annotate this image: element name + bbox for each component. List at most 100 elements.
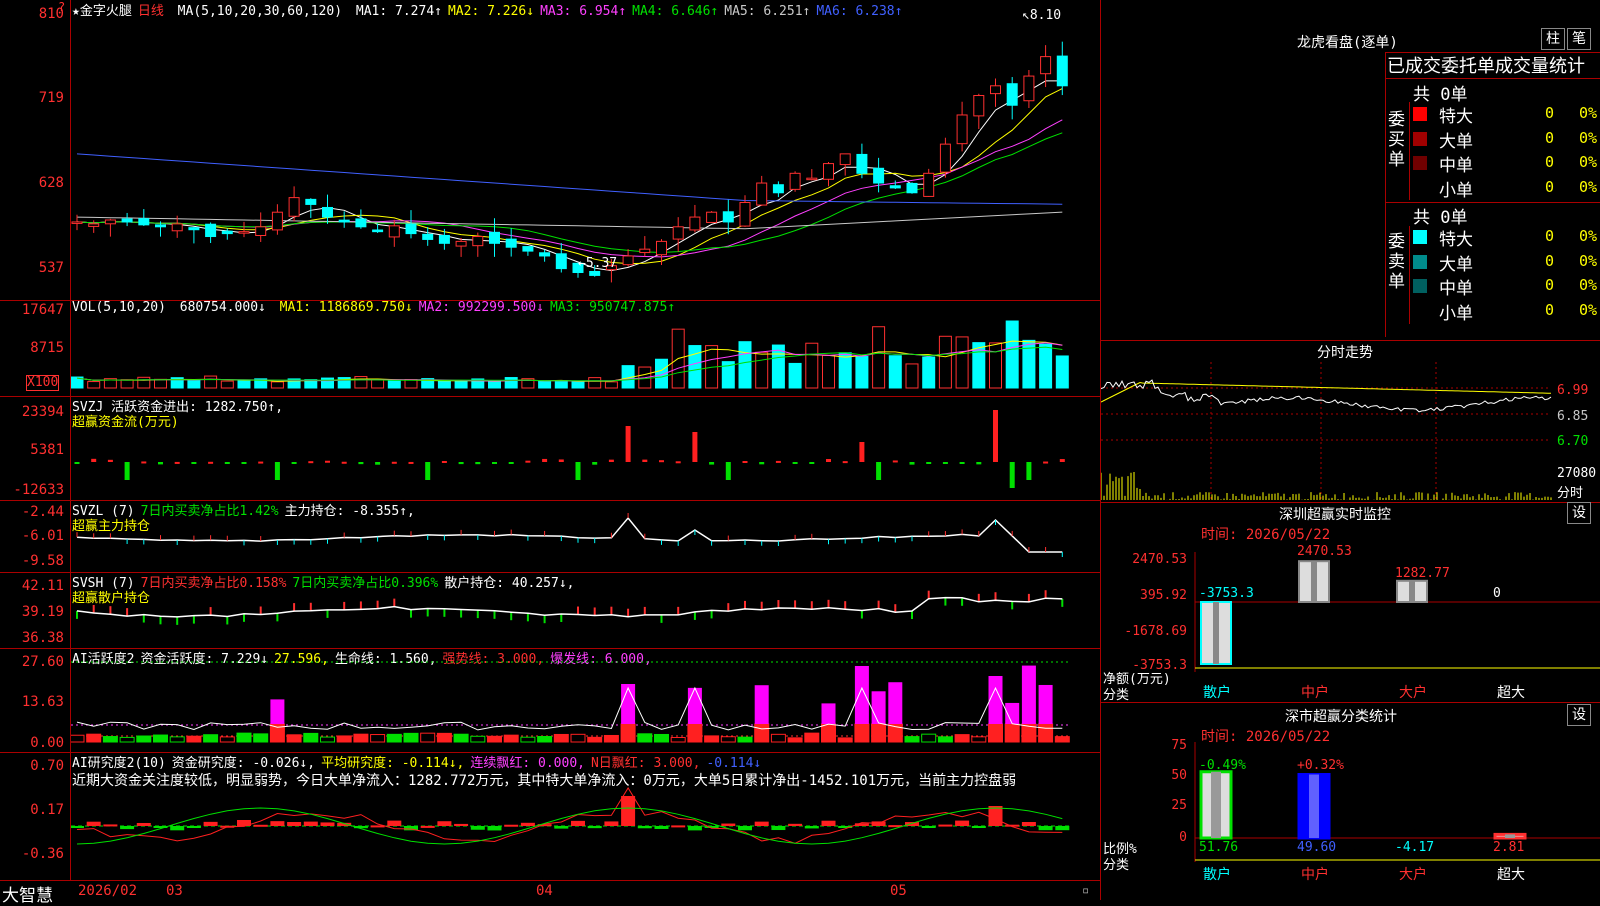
activity-bar[interactable] <box>470 735 486 743</box>
volume-bar[interactable] <box>888 355 902 389</box>
ai-active-panel[interactable]: 27.60 13.63 0.00 AI活跃度2 资金活跃度: 7.229↓ 27.5… <box>0 648 1100 753</box>
research-bar[interactable] <box>170 826 185 831</box>
volume-bar[interactable] <box>87 381 101 389</box>
candle-body[interactable] <box>622 255 634 266</box>
activity-bar[interactable] <box>603 734 619 743</box>
research-bar[interactable] <box>587 826 602 829</box>
activity-bar[interactable] <box>937 736 953 743</box>
research-bar[interactable] <box>988 806 1003 826</box>
activity-bar[interactable] <box>687 723 703 743</box>
candle-body[interactable] <box>438 234 450 244</box>
candle-body[interactable] <box>990 85 1001 95</box>
retail-chart[interactable] <box>71 572 1100 648</box>
candle-body[interactable] <box>88 223 100 227</box>
candle-body[interactable] <box>973 95 985 117</box>
volume-bar[interactable] <box>788 362 802 389</box>
research-bar[interactable] <box>203 821 218 826</box>
flow-bar[interactable] <box>608 459 614 462</box>
flow-bar[interactable] <box>725 462 731 480</box>
activity-bar[interactable] <box>587 736 603 743</box>
research-bar[interactable] <box>120 826 135 830</box>
activity-bar[interactable] <box>1054 736 1070 743</box>
candle-body[interactable] <box>271 211 283 231</box>
candle-body[interactable] <box>455 240 467 247</box>
monitor-bar[interactable] <box>1200 601 1232 665</box>
candle-body[interactable] <box>772 184 784 194</box>
flow-bar[interactable] <box>809 462 815 464</box>
volume-bar[interactable] <box>454 379 468 389</box>
research-bar[interactable] <box>487 826 502 831</box>
activity-bar[interactable] <box>871 723 887 743</box>
activity-bar[interactable] <box>102 736 118 743</box>
research-bar[interactable] <box>1038 826 1053 831</box>
candle-body[interactable] <box>923 172 935 197</box>
activity-bar[interactable] <box>386 733 402 743</box>
candle-body[interactable] <box>722 211 734 223</box>
activity-bar[interactable] <box>487 735 502 743</box>
flow-bar[interactable] <box>274 462 280 480</box>
candle-body[interactable] <box>823 163 834 180</box>
activity-bar[interactable] <box>637 733 653 743</box>
flow-bar[interactable] <box>508 462 514 464</box>
volume-panel[interactable]: 17647 8715 X100 VOL(5,10,20) 680754.000↓… <box>0 300 1100 397</box>
flow-bar[interactable] <box>1043 461 1049 464</box>
volume-bar[interactable] <box>488 381 501 389</box>
activity-chart[interactable] <box>71 648 1100 752</box>
candlestick-chart[interactable] <box>71 0 1100 300</box>
research-bar[interactable] <box>921 826 936 828</box>
volume-bar[interactable] <box>688 345 702 389</box>
brand-label[interactable]: 大智慧 <box>2 881 53 906</box>
candle-body[interactable] <box>739 201 751 227</box>
activity-bar[interactable] <box>787 737 803 743</box>
volume-bar[interactable] <box>905 363 919 389</box>
activity-bar[interactable] <box>186 735 202 743</box>
activity-bar[interactable] <box>353 733 369 743</box>
candle-body[interactable] <box>706 211 718 223</box>
activity-bar[interactable] <box>553 733 569 743</box>
volume-bar[interactable] <box>855 355 869 389</box>
volume-bar[interactable] <box>371 379 385 389</box>
candle-body[interactable] <box>756 182 768 206</box>
flow-bar[interactable] <box>391 461 397 464</box>
monitor-chart[interactable] <box>1101 502 1600 702</box>
research-bar[interactable] <box>320 822 335 826</box>
candle-body[interactable] <box>672 226 684 240</box>
candle-body[interactable] <box>539 252 551 257</box>
research-bar[interactable] <box>1055 826 1070 831</box>
volume-bar[interactable] <box>955 336 969 389</box>
bar-mode-button[interactable]: 柱 <box>1541 28 1565 50</box>
activity-bar[interactable] <box>804 732 820 743</box>
research-bar[interactable] <box>71 826 84 828</box>
activity-bar[interactable] <box>503 734 519 743</box>
volume-bar[interactable] <box>1039 343 1053 389</box>
research-bar[interactable] <box>103 824 118 827</box>
candle-body[interactable] <box>1040 56 1052 75</box>
stat-bar[interactable] <box>1297 773 1331 840</box>
volume-bar[interactable] <box>922 356 936 389</box>
activity-bar[interactable] <box>620 723 636 743</box>
volume-bar[interactable] <box>504 377 518 389</box>
candle-body[interactable] <box>322 206 333 218</box>
flow-bar[interactable] <box>107 459 113 462</box>
candle-body[interactable] <box>188 227 200 231</box>
flow-bar[interactable] <box>408 461 414 464</box>
candle-body[interactable] <box>338 219 350 223</box>
monitor-bar[interactable] <box>1396 579 1428 603</box>
activity-bar[interactable] <box>370 734 386 743</box>
candle-body[interactable] <box>1023 75 1035 102</box>
activity-bar[interactable] <box>770 733 786 743</box>
activity-bar[interactable] <box>854 723 870 743</box>
candle-body[interactable] <box>104 219 116 225</box>
volume-bar[interactable] <box>604 381 618 389</box>
activity-bar[interactable] <box>988 723 1003 743</box>
flow-bar[interactable] <box>575 462 581 480</box>
vol-unit[interactable]: X100 <box>26 375 60 391</box>
research-bar[interactable] <box>454 823 469 826</box>
research-bar[interactable] <box>86 821 101 826</box>
flow-bar[interactable] <box>124 462 130 480</box>
flow-bar[interactable] <box>993 410 998 462</box>
intraday-chart[interactable] <box>1101 362 1600 502</box>
flow-bar[interactable] <box>942 462 948 464</box>
candle-body[interactable] <box>939 143 951 173</box>
flow-bar[interactable] <box>1059 459 1065 462</box>
